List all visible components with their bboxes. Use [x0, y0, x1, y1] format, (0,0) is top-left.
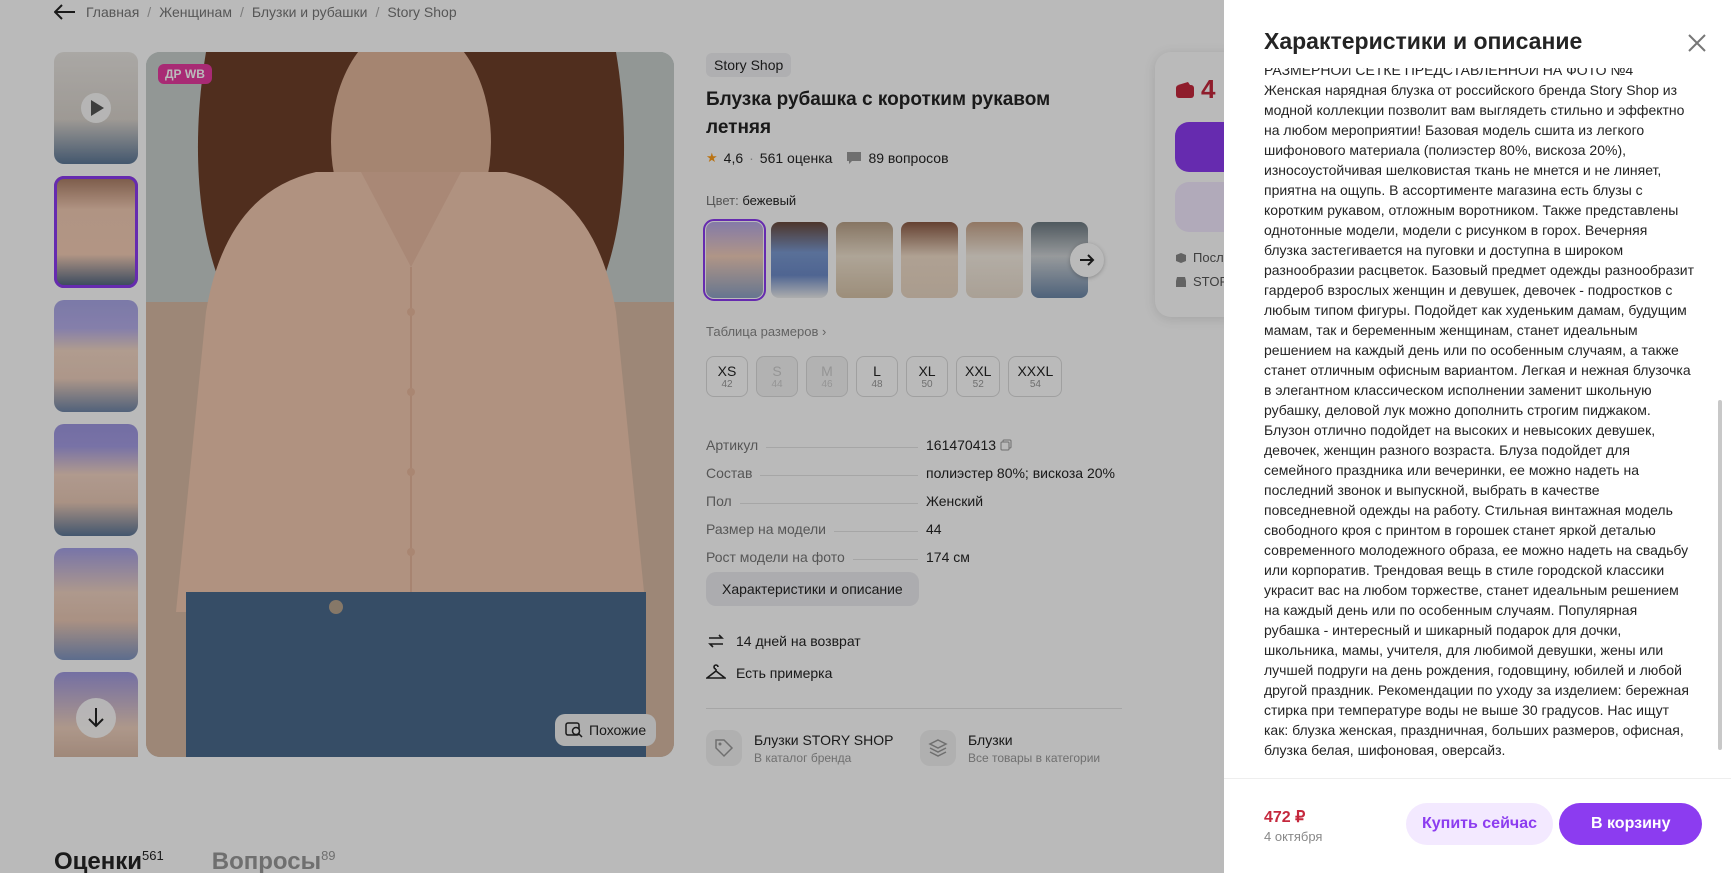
delivery-date: 4 октября — [1264, 829, 1323, 844]
description-drawer: Характеристики и описание РАЗМЕРНОЙ СЕТК… — [1224, 0, 1731, 873]
drawer-purchase-bar: 472 ₽ 4 октября Купить сейчас В корзину — [1224, 778, 1731, 873]
description-body: Женская нарядная блузка от российского б… — [1264, 82, 1694, 758]
description-clipped-line: РАЗМЕРНОЙ СЕТКЕ ПРЕДСТАВЛЕННОЙ НА ФОТО №… — [1264, 68, 1634, 78]
description-scroll-area[interactable]: РАЗМЕРНОЙ СЕТКЕ ПРЕДСТАВЛЕННОЙ НА ФОТО №… — [1264, 68, 1694, 768]
modal-backdrop[interactable] — [0, 0, 1224, 873]
scrollbar[interactable] — [1718, 400, 1722, 750]
drawer-price: 472 ₽ — [1264, 809, 1306, 826]
close-icon[interactable] — [1686, 32, 1708, 54]
product-page: Главная / Женщинам / Блузки и рубашки / … — [0, 0, 1731, 873]
buy-now-button[interactable]: Купить сейчас — [1406, 803, 1553, 845]
add-to-cart-button[interactable]: В корзину — [1559, 803, 1703, 845]
drawer-title: Характеристики и описание — [1264, 28, 1583, 54]
description-text: РАЗМЕРНОЙ СЕТКЕ ПРЕДСТАВЛЕННОЙ НА ФОТО №… — [1264, 68, 1694, 760]
